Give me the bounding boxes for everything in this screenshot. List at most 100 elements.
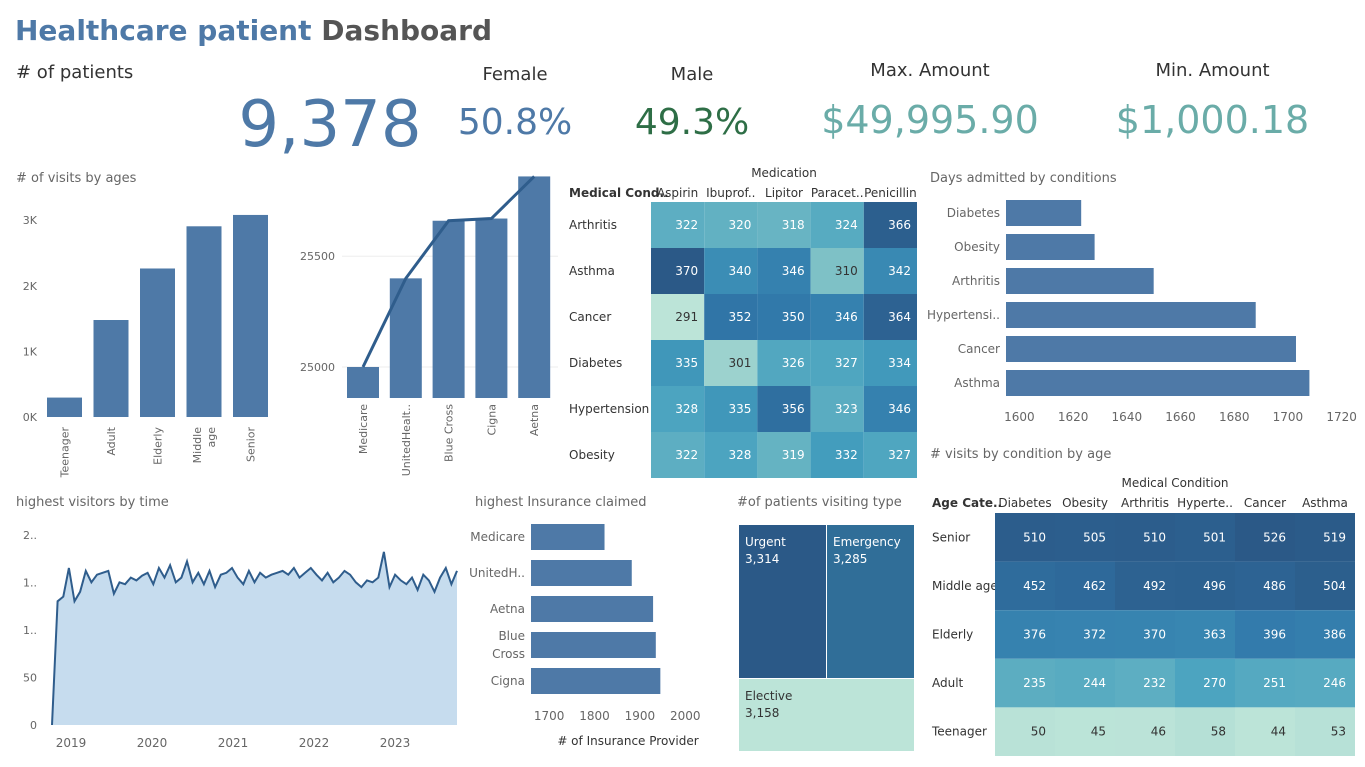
bar-cigna[interactable] xyxy=(475,218,508,398)
days-admitted-title: Days admitted by conditions xyxy=(930,171,1117,186)
cell-value: 501 xyxy=(1203,530,1226,544)
bar-blue-cross[interactable] xyxy=(432,220,465,398)
bar-elderly[interactable] xyxy=(140,268,175,417)
bar-blue-cross[interactable] xyxy=(531,632,656,658)
cell-value: 350 xyxy=(782,310,805,324)
y-tick-label: 0 xyxy=(30,719,37,732)
bar-arthritis[interactable] xyxy=(1006,268,1154,294)
bar-medicare[interactable] xyxy=(531,524,605,550)
bar-medicare[interactable] xyxy=(347,366,379,398)
bar-aetna[interactable] xyxy=(518,176,551,398)
cell-value: 235 xyxy=(1023,676,1046,690)
x-tick-label: 1720 xyxy=(1326,410,1357,424)
y-tick-label: 25000 xyxy=(300,361,335,374)
visitors-by-time-title: highest visitors by time xyxy=(16,495,169,510)
cell-value: 328 xyxy=(728,448,751,462)
treemap-cell-elective[interactable]: Elective 3,158 xyxy=(738,678,915,752)
cell-value: 356 xyxy=(782,402,805,416)
cell-value: 370 xyxy=(675,264,698,278)
cell-value: 342 xyxy=(888,264,911,278)
min-amount-value: $1,000.18 xyxy=(1115,98,1310,142)
x-tick-label: Elderly xyxy=(152,427,165,465)
medication-heatmap: Medication Medical Cond..Aspirin Ibuprof..… xyxy=(569,166,917,478)
row-label-obesity: Obesity xyxy=(569,448,615,462)
bar-cigna[interactable] xyxy=(531,668,661,694)
y-tick-label: Obesity xyxy=(954,240,1000,254)
x-tick-label: Senior xyxy=(245,427,258,463)
heatmap-cell[interactable] xyxy=(1235,707,1295,756)
treemap-cell-emergency[interactable]: Emergency 3,285 xyxy=(826,524,915,679)
x-tick-label: 1600 xyxy=(1004,410,1035,424)
bar-middle-age[interactable] xyxy=(186,226,222,417)
bar-obesity[interactable] xyxy=(1006,234,1095,260)
cell-value: 510 xyxy=(1023,530,1046,544)
bar-senior[interactable] xyxy=(233,214,268,417)
insurance-claimed-title: highest Insurance claimed xyxy=(475,495,647,510)
cell-value: 270 xyxy=(1203,676,1226,690)
cell-value: 319 xyxy=(782,448,805,462)
matrix-top-header: Medical Condition xyxy=(1121,476,1228,490)
min-amount-label: Min. Amount xyxy=(1155,60,1270,81)
bar-hypertensi[interactable] xyxy=(1006,302,1256,328)
cell-value: 323 xyxy=(835,402,858,416)
heatmap-cell[interactable] xyxy=(1055,707,1115,756)
y-tick-label: Diabetes xyxy=(947,206,1000,220)
x-tick-label: 1620 xyxy=(1058,410,1089,424)
cell-value: 324 xyxy=(835,218,858,232)
bar-unitedhealt[interactable] xyxy=(389,278,422,398)
max-amount-label: Max. Amount xyxy=(870,60,990,81)
cell-value: 519 xyxy=(1323,530,1346,544)
bar-asthma[interactable] xyxy=(1006,370,1310,396)
heatmap-cell[interactable] xyxy=(1115,707,1175,756)
cell-value: 334 xyxy=(888,356,911,370)
row-label-teenager: Teenager xyxy=(931,725,987,739)
bar-unitedh[interactable] xyxy=(531,560,632,586)
cell-value: 327 xyxy=(835,356,858,370)
row-label-arthritis: Arthritis xyxy=(569,218,617,232)
bar-cancer[interactable] xyxy=(1006,336,1296,362)
bar-adult[interactable] xyxy=(93,320,129,417)
cell-value: 246 xyxy=(1323,676,1346,690)
x-tick-label: 1800 xyxy=(579,709,610,723)
column-header-obesity: Obesity xyxy=(1062,496,1108,510)
cell-value: 386 xyxy=(1323,628,1346,642)
y-tick-label: Blue xyxy=(498,629,525,643)
max-amount-value: $49,995.90 xyxy=(821,98,1039,142)
row-label-adult: Adult xyxy=(932,676,964,690)
column-header-hyperte: Hyperte.. xyxy=(1177,496,1233,510)
y-tick-label: 1.. xyxy=(23,576,37,589)
visit-type-title: #of patients visiting type xyxy=(737,495,902,510)
x-tick-label: 1660 xyxy=(1165,410,1196,424)
column-header-ibuprof: Ibuprof.. xyxy=(706,186,755,200)
column-header-penicillin: Penicillin xyxy=(864,186,917,200)
cell-value: 366 xyxy=(888,218,911,232)
heatmap-cell[interactable] xyxy=(1175,707,1235,756)
bar-teenager[interactable] xyxy=(47,397,82,417)
treemap-cell-urgent[interactable]: Urgent 3,314 xyxy=(738,524,827,679)
x-tick-label: UnitedHealt.. xyxy=(400,404,413,476)
heatmap-cell[interactable] xyxy=(995,707,1055,756)
cell-value: 291 xyxy=(675,310,698,324)
insurance-claimed-chart: Medicare UnitedH.. Aetna Blue Cross Cigna 1700… xyxy=(469,524,701,748)
cell-value: 396 xyxy=(1263,628,1286,642)
x-tick-label: Medicare xyxy=(357,404,370,454)
treemap-urgent-label: Urgent xyxy=(745,535,786,549)
treemap-emergency-label: Emergency xyxy=(833,535,901,549)
bar-aetna[interactable] xyxy=(531,596,654,622)
treemap-elective-value: 3,158 xyxy=(745,706,780,720)
x-tick-label: 2000 xyxy=(670,709,701,723)
x-tick-label: 1680 xyxy=(1219,410,1250,424)
male-label: Male xyxy=(670,64,714,85)
column-header-arthritis: Arthritis xyxy=(1121,496,1169,510)
bar-diabetes[interactable] xyxy=(1006,200,1082,226)
y-tick-label: 1K xyxy=(23,345,38,358)
cell-value: 346 xyxy=(782,264,805,278)
insurance-combo-chart: 250002550026000MedicareUnitedHealt..Blue… xyxy=(300,175,558,476)
cell-value: 53 xyxy=(1331,725,1346,739)
cell-value: 462 xyxy=(1083,579,1106,593)
heatmap-cell[interactable] xyxy=(1295,707,1355,756)
visitors-by-time-chart: 0 50 1.. 1.. 2.. 2019 2020 2021 2022 2023 xyxy=(23,529,458,750)
x-tick-label: Aetna xyxy=(528,404,541,436)
cell-value: 492 xyxy=(1143,579,1166,593)
title-part-2: Dashboard xyxy=(321,14,493,47)
